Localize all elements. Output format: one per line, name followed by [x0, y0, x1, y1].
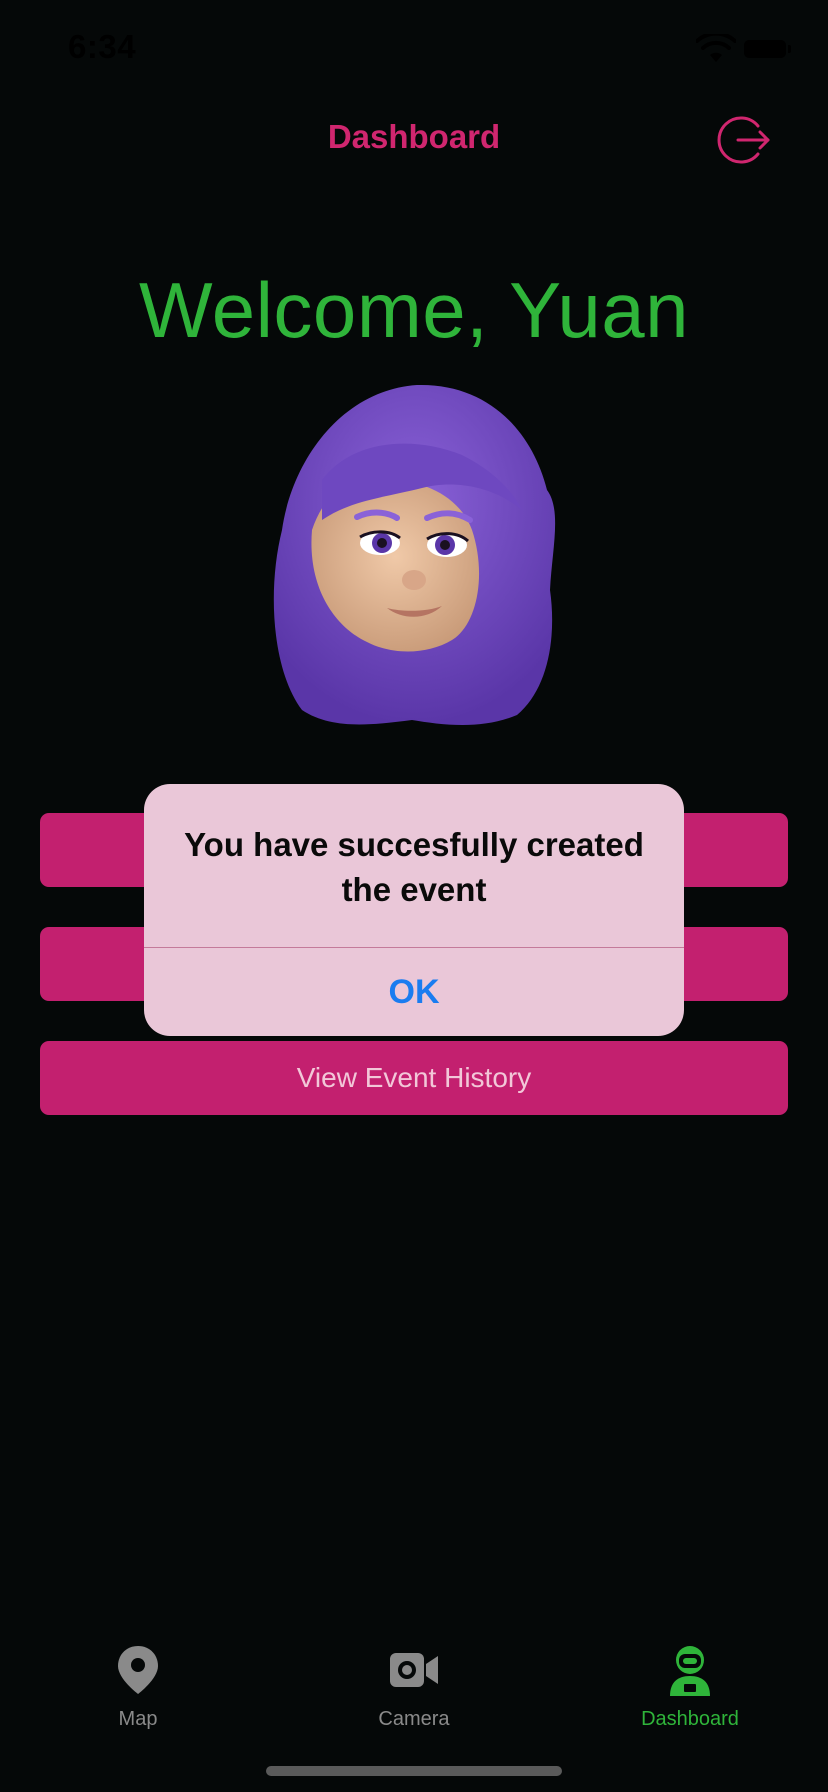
- status-bar: 6:34: [0, 0, 828, 100]
- wifi-icon: [696, 34, 736, 62]
- astronaut-icon: [670, 1646, 710, 1696]
- home-indicator: [266, 1766, 562, 1776]
- tab-map-label: Map: [118, 1708, 158, 1730]
- tab-dashboard[interactable]: Dashboard: [552, 1620, 828, 1740]
- view-event-history-button[interactable]: View Event History: [40, 1041, 788, 1115]
- tab-dashboard-label: Dashboard: [641, 1708, 739, 1730]
- page-title: Dashboard: [327, 118, 501, 155]
- logout-icon[interactable]: [716, 112, 772, 168]
- alert-message: You have succesfully created the event: [184, 826, 644, 908]
- battery-icon: [744, 40, 791, 58]
- tab-map[interactable]: Map: [0, 1620, 276, 1740]
- status-time: 6:34: [68, 28, 137, 65]
- tab-camera-label: Camera: [378, 1708, 450, 1730]
- video-camera-icon: [390, 1653, 438, 1687]
- tab-camera[interactable]: Camera: [276, 1620, 552, 1740]
- success-alert-dialog: You have succesfully created the event O…: [144, 784, 684, 1036]
- memoji-avatar: [273, 384, 556, 725]
- alert-ok-button[interactable]: OK: [144, 948, 684, 1036]
- map-pin-icon: [118, 1646, 158, 1694]
- welcome-heading: Welcome, Yuan: [139, 266, 689, 354]
